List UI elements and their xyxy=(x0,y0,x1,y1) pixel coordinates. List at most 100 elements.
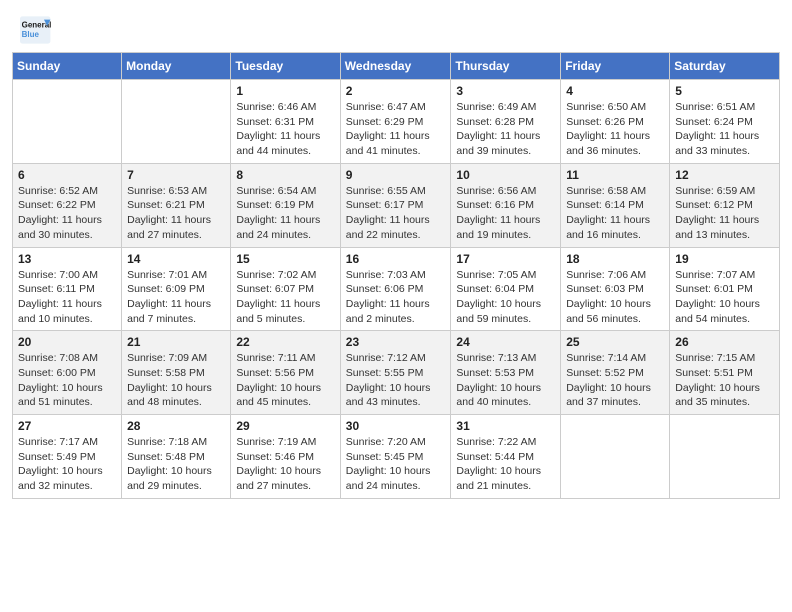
day-info: Sunrise: 6:56 AMSunset: 6:16 PMDaylight:… xyxy=(456,184,555,243)
weekday-header-cell: Tuesday xyxy=(231,53,340,80)
sunset: Sunset: 6:14 PM xyxy=(566,199,644,211)
calendar-day-cell: 16Sunrise: 7:03 AMSunset: 6:06 PMDayligh… xyxy=(340,247,451,331)
sunrise: Sunrise: 7:15 AM xyxy=(675,352,755,364)
day-number: 11 xyxy=(566,168,664,182)
day-number: 17 xyxy=(456,252,555,266)
calendar-day-cell: 4Sunrise: 6:50 AMSunset: 6:26 PMDaylight… xyxy=(561,80,670,164)
sunset: Sunset: 6:26 PM xyxy=(566,116,644,128)
daylight: Daylight: 11 hours and 36 minutes. xyxy=(566,130,650,157)
day-info: Sunrise: 7:03 AMSunset: 6:06 PMDaylight:… xyxy=(346,268,446,327)
day-number: 2 xyxy=(346,84,446,98)
sunset: Sunset: 6:21 PM xyxy=(127,199,205,211)
sunset: Sunset: 6:09 PM xyxy=(127,283,205,295)
day-number: 1 xyxy=(236,84,334,98)
sunrise: Sunrise: 7:02 AM xyxy=(236,269,316,281)
calendar-week-row: 20 Sunrise: 7:08 AMSunset: 6:00 PMDayligh… xyxy=(13,331,780,415)
daylight: Daylight: 10 hours and 48 minutes. xyxy=(127,382,212,409)
day-info: Sunrise: 7:00 AM Sunset: 6:11 PM Daylight:… xyxy=(18,268,116,327)
weekday-header-cell: Monday xyxy=(122,53,231,80)
calendar-day-cell: 19Sunrise: 7:07 AMSunset: 6:01 PMDayligh… xyxy=(670,247,780,331)
sunrise: Sunrise: 6:59 AM xyxy=(675,185,755,197)
sunrise: Sunrise: 7:09 AM xyxy=(127,352,207,364)
sunset: Sunset: 5:48 PM xyxy=(127,451,205,463)
day-info: Sunrise: 6:51 AMSunset: 6:24 PMDaylight:… xyxy=(675,100,774,159)
day-info: Sunrise: 7:06 AMSunset: 6:03 PMDaylight:… xyxy=(566,268,664,327)
daylight: Daylight: 10 hours and 56 minutes. xyxy=(566,298,651,325)
sunrise: Sunrise: 6:49 AM xyxy=(456,101,536,113)
sunrise: Sunrise: 7:18 AM xyxy=(127,436,207,448)
calendar-day-cell: 15Sunrise: 7:02 AMSunset: 6:07 PMDayligh… xyxy=(231,247,340,331)
day-number: 27 xyxy=(18,419,116,433)
sunset: Sunset: 5:55 PM xyxy=(346,367,424,379)
sunrise: Sunrise: 6:53 AM xyxy=(127,185,207,197)
day-info: Sunrise: 7:11 AMSunset: 5:56 PMDaylight:… xyxy=(236,351,334,410)
daylight: Daylight: 10 hours and 35 minutes. xyxy=(675,382,760,409)
daylight: Daylight: 10 hours and 59 minutes. xyxy=(456,298,541,325)
calendar-table: SundayMondayTuesdayWednesdayThursdayFrid… xyxy=(12,52,780,499)
weekday-header-cell: Wednesday xyxy=(340,53,451,80)
page-header: General Blue xyxy=(0,0,792,52)
day-number: 15 xyxy=(236,252,334,266)
daylight: Daylight: 11 hours and 41 minutes. xyxy=(346,130,430,157)
sunrise: Sunrise: 6:55 AM xyxy=(346,185,426,197)
day-info: Sunrise: 7:08 AMSunset: 6:00 PMDaylight:… xyxy=(18,351,116,410)
daylight: Daylight: 11 hours and 10 minutes. xyxy=(18,298,102,325)
sunrise: Sunrise: 7:08 AM xyxy=(18,352,98,364)
daylight: Daylight: 10 hours and 24 minutes. xyxy=(346,465,431,492)
sunrise: Sunrise: 6:58 AM xyxy=(566,185,646,197)
calendar-day-cell: 31 Sunrise: 7:22 AMSunset: 5:44 PMDayligh… xyxy=(451,415,561,499)
day-number: 29 xyxy=(236,419,334,433)
calendar-week-row: 6Sunrise: 6:52 AMSunset: 6:22 PMDaylight… xyxy=(13,163,780,247)
day-number: 23 xyxy=(346,335,446,349)
sunrise: Sunrise: 6:50 AM xyxy=(566,101,646,113)
logo: General Blue xyxy=(20,16,52,44)
day-info: Sunrise: 6:49 AMSunset: 6:28 PMDaylight:… xyxy=(456,100,555,159)
day-number: 20 xyxy=(18,335,116,349)
calendar-day-cell: 30 Sunrise: 7:20 AMSunset: 5:45 PMDayligh… xyxy=(340,415,451,499)
calendar-container: SundayMondayTuesdayWednesdayThursdayFrid… xyxy=(0,52,792,511)
day-info: Sunrise: 7:12 AMSunset: 5:55 PMDaylight:… xyxy=(346,351,446,410)
day-info: Sunrise: 7:20 AMSunset: 5:45 PMDaylight:… xyxy=(346,435,446,494)
daylight: Daylight: 11 hours and 19 minutes. xyxy=(456,214,540,241)
day-number: 18 xyxy=(566,252,664,266)
day-info: Sunrise: 7:14 AMSunset: 5:52 PMDaylight:… xyxy=(566,351,664,410)
calendar-day-cell xyxy=(122,80,231,164)
sunset: Sunset: 6:11 PM xyxy=(18,283,95,295)
sunset: Sunset: 5:53 PM xyxy=(456,367,534,379)
sunset: Sunset: 5:44 PM xyxy=(456,451,534,463)
sunrise: Sunrise: 7:06 AM xyxy=(566,269,646,281)
daylight: Daylight: 11 hours and 27 minutes. xyxy=(127,214,211,241)
sunset: Sunset: 6:16 PM xyxy=(456,199,534,211)
sunrise: Sunrise: 7:17 AM xyxy=(18,436,98,448)
daylight: Daylight: 11 hours and 44 minutes. xyxy=(236,130,320,157)
day-number: 31 xyxy=(456,419,555,433)
sunset: Sunset: 6:17 PM xyxy=(346,199,424,211)
day-number: 22 xyxy=(236,335,334,349)
daylight: Daylight: 11 hours and 2 minutes. xyxy=(346,298,430,325)
daylight: Daylight: 11 hours and 16 minutes. xyxy=(566,214,650,241)
calendar-day-cell: 27Sunrise: 7:17 AMSunset: 5:49 PMDayligh… xyxy=(13,415,122,499)
calendar-day-cell: 18 Sunrise: 7:06 AMSunset: 6:03 PMDayligh… xyxy=(561,247,670,331)
sunset: Sunset: 5:46 PM xyxy=(236,451,314,463)
day-info: Sunrise: 7:05 AMSunset: 6:04 PMDaylight:… xyxy=(456,268,555,327)
calendar-day-cell: 29Sunrise: 7:19 AMSunset: 5:46 PMDayligh… xyxy=(231,415,340,499)
sunrise: Sunrise: 7:20 AM xyxy=(346,436,426,448)
sunrise: Sunrise: 7:00 AM xyxy=(18,269,98,281)
sunset: Sunset: 6:12 PM xyxy=(675,199,753,211)
sunrise: Sunrise: 7:07 AM xyxy=(675,269,755,281)
svg-text:Blue: Blue xyxy=(22,30,40,39)
daylight: Daylight: 11 hours and 13 minutes. xyxy=(675,214,759,241)
calendar-week-row: 13Sunrise: 7:00 AMSunset: 6:11 PMDayligh… xyxy=(13,247,780,331)
calendar-week-row: 27Sunrise: 7:17 AMSunset: 5:49 PMDayligh… xyxy=(13,415,780,499)
calendar-day-cell: 9Sunrise: 6:55 AMSunset: 6:17 PMDaylight… xyxy=(340,163,451,247)
day-info: Sunrise: 7:22 AMSunset: 5:44 PMDaylight:… xyxy=(456,435,555,494)
daylight: Daylight: 11 hours and 39 minutes. xyxy=(456,130,540,157)
sunrise: Sunrise: 7:13 AM xyxy=(456,352,536,364)
day-number: 6 xyxy=(18,168,116,182)
day-number: 30 xyxy=(346,419,446,433)
calendar-day-cell: 11 Sunrise: 6:58 AM Sunset: 6:14 PM Dayligh… xyxy=(561,163,670,247)
daylight: Daylight: 10 hours and 37 minutes. xyxy=(566,382,651,409)
sunrise: Sunrise: 7:11 AM xyxy=(236,352,315,364)
calendar-day-cell: 6Sunrise: 6:52 AMSunset: 6:22 PMDaylight… xyxy=(13,163,122,247)
daylight: Daylight: 11 hours and 30 minutes. xyxy=(18,214,102,241)
